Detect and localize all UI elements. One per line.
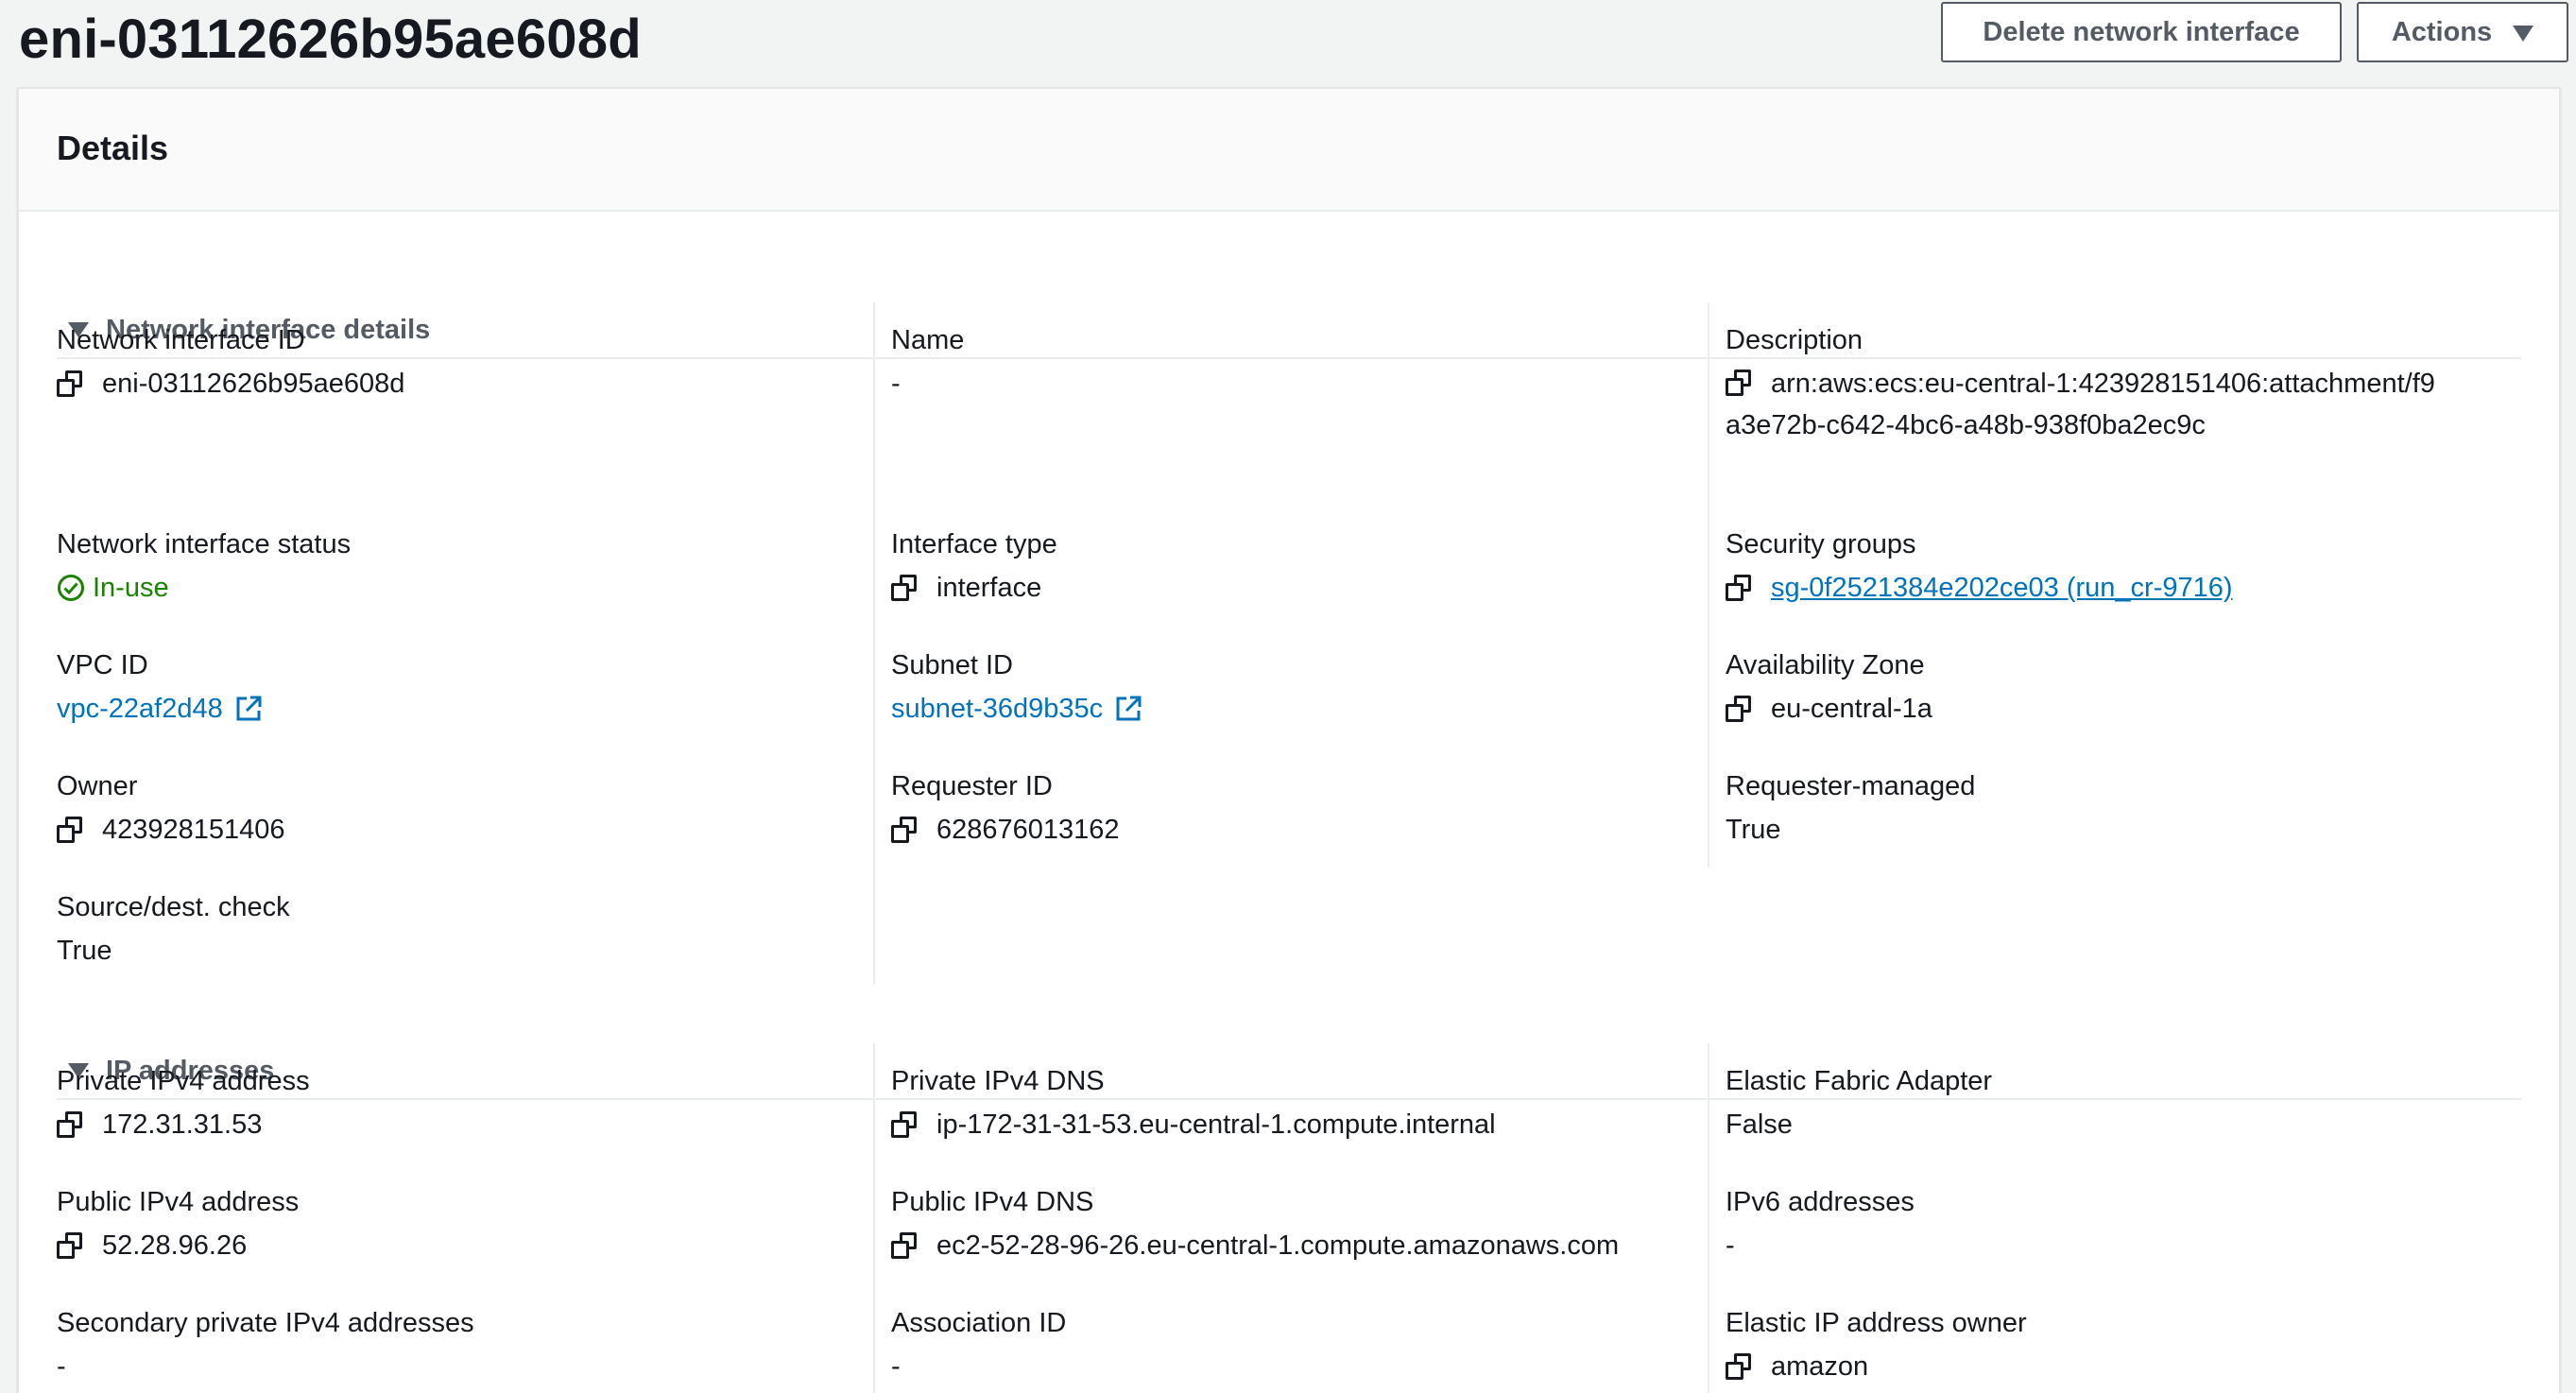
security-group-link[interactable]: sg-0f2521384e202ce03 (run_cr-9716) <box>1771 567 2233 609</box>
field-value: - <box>57 1351 66 1382</box>
column-divider <box>873 302 875 985</box>
field-value: True <box>57 936 112 966</box>
field-public-ipv4-dns: Public IPv4 DNS ec2-52-28-96-26.eu-centr… <box>891 1185 1666 1266</box>
field-label: Requester ID <box>891 771 1053 801</box>
copy-icon[interactable] <box>57 817 83 843</box>
field-label: Owner <box>57 771 138 801</box>
copy-icon[interactable] <box>1726 1353 1752 1380</box>
field-vpc-id: VPC ID vpc-22af2d48 <box>57 648 832 730</box>
details-panel-title: Details <box>57 129 169 167</box>
field-label: Network interface status <box>57 529 352 559</box>
check-circle-icon <box>58 575 84 601</box>
page-title: eni-03112626b95ae608d <box>19 9 642 70</box>
status-badge: In-use <box>93 573 169 603</box>
delete-network-interface-button[interactable]: Delete network interface <box>1941 2 2342 62</box>
field-value: 628676013162 <box>936 815 1120 845</box>
field-label: IPv6 addresses <box>1726 1187 1915 1217</box>
field-label: Name <box>891 325 965 355</box>
field-value: - <box>1726 1230 1735 1261</box>
field-association-id: Association ID - <box>891 1306 1666 1387</box>
field-owner: Owner 423928151406 <box>57 769 832 851</box>
details-panel-header: Details <box>19 89 2559 212</box>
actions-button-label: Actions <box>2391 16 2493 47</box>
field-value: - <box>891 1351 901 1382</box>
details-panel: Details Network interface details Networ… <box>17 87 2561 1393</box>
copy-icon[interactable] <box>891 817 918 843</box>
field-label: Network interface ID <box>57 325 305 355</box>
field-label: Association ID <box>891 1308 1067 1338</box>
caret-down-icon <box>2513 25 2534 42</box>
copy-icon[interactable] <box>891 1111 918 1138</box>
subnet-id-link[interactable]: subnet-36d9b35c <box>891 688 1103 730</box>
copy-icon[interactable] <box>891 575 918 601</box>
external-link-icon[interactable] <box>1114 695 1142 723</box>
copy-icon[interactable] <box>57 370 83 397</box>
field-name: Name - <box>891 323 1666 404</box>
field-label: Elastic IP address owner <box>1726 1308 2027 1338</box>
field-value: - <box>891 369 901 399</box>
field-value: ip-172-31-31-53.eu-central-1.compute.int… <box>936 1109 1496 1140</box>
copy-icon[interactable] <box>57 1232 83 1259</box>
field-label: Security groups <box>1726 529 1916 559</box>
copy-icon[interactable] <box>57 1111 83 1138</box>
copy-icon[interactable] <box>891 1232 918 1259</box>
field-requester-id: Requester ID 628676013162 <box>891 769 1666 851</box>
column-divider <box>1708 1043 1709 1393</box>
field-value: 52.28.96.26 <box>102 1230 248 1261</box>
field-public-ipv4-address: Public IPv4 address 52.28.96.26 <box>57 1185 832 1266</box>
field-ipv6-addresses: IPv6 addresses - <box>1726 1185 2500 1266</box>
field-label: Availability Zone <box>1726 650 1925 680</box>
field-elastic-ip-owner: Elastic IP address owner amazon <box>1726 1306 2500 1387</box>
field-secondary-private-ipv4: Secondary private IPv4 addresses - <box>57 1306 832 1387</box>
field-label: Public IPv4 DNS <box>891 1187 1094 1217</box>
column-divider <box>873 1043 875 1393</box>
copy-icon[interactable] <box>1726 696 1752 722</box>
field-label: Secondary private IPv4 addresses <box>57 1308 474 1338</box>
field-label: Source/dest. check <box>57 892 290 922</box>
field-requester-managed: Requester-managed True <box>1726 769 2500 851</box>
field-value: eu-central-1a <box>1771 694 1932 724</box>
field-network-interface-id: Network interface ID eni-03112626b95ae60… <box>57 323 832 404</box>
field-value: interface <box>936 573 1042 603</box>
field-subnet-id: Subnet ID subnet-36d9b35c <box>891 648 1666 730</box>
field-label: Requester-managed <box>1726 771 1976 801</box>
field-label: Private IPv4 address <box>57 1066 310 1096</box>
field-value: True <box>1726 815 1781 845</box>
field-value: False <box>1726 1109 1793 1140</box>
field-security-groups: Security groups sg-0f2521384e202ce03 (ru… <box>1726 527 2500 609</box>
field-elastic-fabric-adapter: Elastic Fabric Adapter False <box>1726 1064 2500 1145</box>
field-value: amazon <box>1771 1351 1869 1382</box>
field-description: Description arn:aws:ecs:eu-central-1:423… <box>1726 323 2500 446</box>
page: eni-03112626b95ae608d Delete network int… <box>0 0 2576 1393</box>
vpc-id-link[interactable]: vpc-22af2d48 <box>57 688 223 730</box>
field-private-ipv4-address: Private IPv4 address 172.31.31.53 <box>57 1064 832 1145</box>
field-private-ipv4-dns: Private IPv4 DNS ip-172-31-31-53.eu-cent… <box>891 1064 1666 1145</box>
external-link-icon[interactable] <box>234 695 263 723</box>
field-value: 423928151406 <box>102 815 285 845</box>
field-label: VPC ID <box>57 650 148 680</box>
field-value: ec2-52-28-96-26.eu-central-1.compute.ama… <box>936 1230 1620 1261</box>
field-interface-type: Interface type interface <box>891 527 1666 609</box>
field-label: Interface type <box>891 529 1057 559</box>
field-label: Elastic Fabric Adapter <box>1726 1066 1993 1096</box>
field-label: Private IPv4 DNS <box>891 1066 1105 1096</box>
field-value: eni-03112626b95ae608d <box>102 369 405 399</box>
field-value: arn:aws:ecs:eu-central-1:423928151406:at… <box>1726 369 2435 440</box>
actions-dropdown-button[interactable]: Actions <box>2357 2 2568 62</box>
copy-icon[interactable] <box>1726 370 1752 396</box>
column-divider <box>1708 302 1709 868</box>
field-value: 172.31.31.53 <box>102 1109 263 1140</box>
field-label: Public IPv4 address <box>57 1187 300 1217</box>
field-network-interface-status: Network interface status In-use <box>57 527 832 609</box>
field-label: Description <box>1726 325 1863 355</box>
field-availability-zone: Availability Zone eu-central-1a <box>1726 648 2500 730</box>
field-source-dest-check: Source/dest. check True <box>57 890 832 972</box>
field-label: Subnet ID <box>891 650 1013 680</box>
copy-icon[interactable] <box>1726 575 1752 601</box>
